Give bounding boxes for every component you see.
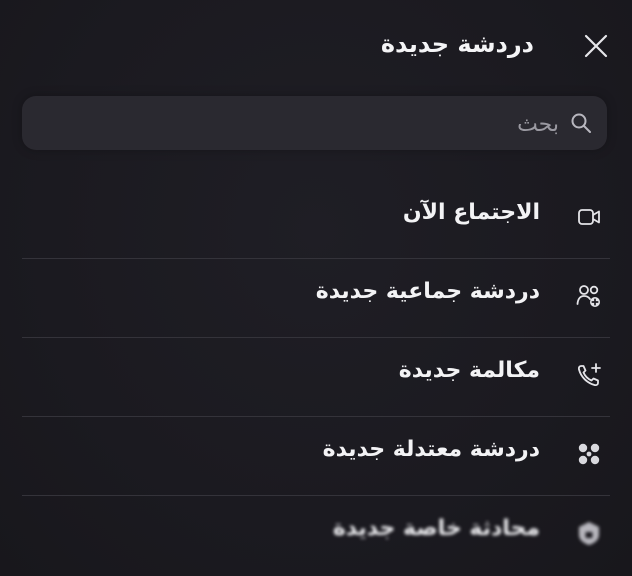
menu-item-new-moderated-chat[interactable]: دردشة معتدلة جديدة (0, 417, 632, 496)
menu-item-new-call[interactable]: مكالمة جديدة (0, 338, 632, 417)
search-bar[interactable] (22, 96, 607, 150)
moderated-chat-icon (574, 439, 604, 469)
search-icon (571, 113, 591, 133)
header: دردشة جديدة (0, 26, 632, 70)
page-title: دردشة جديدة (380, 30, 534, 58)
group-add-icon (574, 281, 604, 311)
video-meeting-icon (574, 202, 604, 232)
menu-item-new-group-chat[interactable]: دردشة جماعية جديدة (0, 259, 632, 338)
menu-item-meet-now[interactable]: الاجتماع الآن (0, 180, 632, 259)
menu-item-label: دردشة جماعية جديدة (315, 279, 540, 304)
menu-item-label: مكالمة جديدة (398, 358, 540, 383)
menu-item-new-private-conversation[interactable]: محادثة خاصة جديدة (0, 496, 632, 575)
close-icon (584, 34, 608, 58)
search-input[interactable] (57, 104, 561, 144)
menu-item-label: محادثة خاصة جديدة (332, 516, 540, 541)
menu-item-label: الاجتماع الآن (402, 200, 540, 225)
new-chat-panel: دردشة جديدة الاجتماع الآن دردشة جم (0, 0, 632, 576)
menu-list: الاجتماع الآن دردشة جماعية جديدة مكالمة … (0, 180, 632, 575)
phone-add-icon (574, 360, 604, 390)
menu-item-label: دردشة معتدلة جديدة (322, 437, 540, 462)
private-lock-icon (574, 518, 604, 548)
close-button[interactable] (580, 30, 612, 62)
